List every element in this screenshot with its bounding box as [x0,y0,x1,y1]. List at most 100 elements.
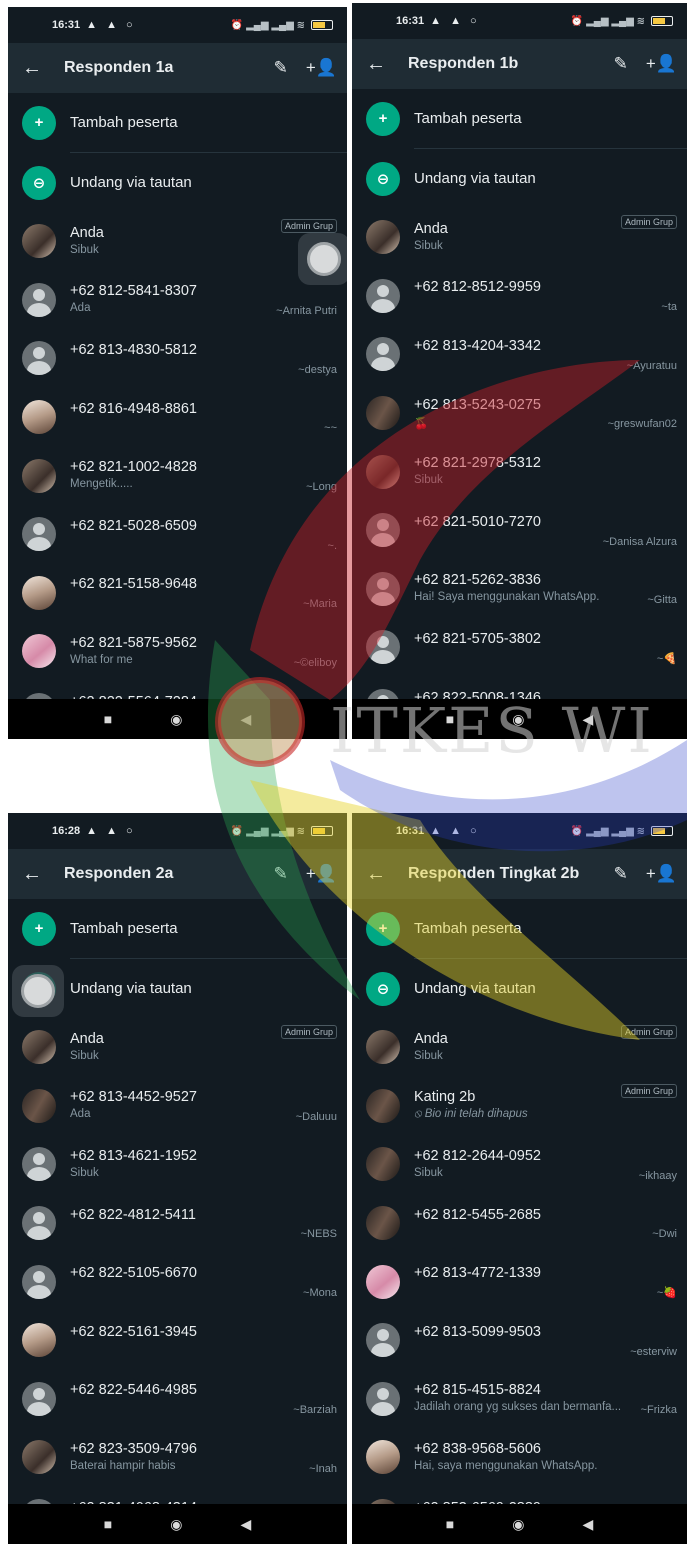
add-person-icon[interactable]: +👤 [306,58,337,78]
invite-link-label: Undang via tautan [414,980,536,997]
participant-row[interactable]: Anda Sibuk Admin Grup [8,212,347,271]
edit-pencil-icon[interactable]: ✎ [614,864,628,884]
avatar [22,400,56,435]
avatar [366,630,400,665]
participant-list: + Tambah peserta ⊖ Undang via tautan And… [352,89,687,735]
back-arrow-icon[interactable]: ← [366,863,396,886]
invite-link-button[interactable]: ⊖ Undang via tautan [8,153,347,212]
participant-pushname: ~🍕 [656,652,677,665]
participant-row[interactable]: +62 816-4948-8861 ~~ [8,388,347,447]
floating-assistive-button[interactable] [298,233,347,285]
floating-assistive-button[interactable] [12,965,64,1017]
navigation-bar: ■ ◉ ◀ [8,1504,347,1544]
square-icon[interactable]: ■ [104,1516,112,1532]
participant-pushname: ~~ [324,422,337,435]
participant-row[interactable]: +62 812-8512-9959 ~ta [352,267,687,326]
edit-pencil-icon[interactable]: ✎ [274,864,288,884]
participant-row[interactable]: +62 822-5446-4985 ~Barziah [8,1370,347,1429]
participant-status [70,361,337,375]
participant-status [70,420,337,434]
battery-icon [311,826,333,836]
add-person-icon[interactable]: +👤 [646,864,677,884]
participant-row[interactable]: +62 812-5455-2685 ~Dwi [352,1194,687,1253]
participant-row[interactable]: +62 822-5105-6670 ~Mona [8,1252,347,1311]
participant-row[interactable]: +62 813-4621-1952 Sibuk [8,1135,347,1194]
participant-status [70,1226,337,1240]
participant-row[interactable]: +62 821-5158-9648 ~Maria [8,564,347,623]
add-participant-button[interactable]: + Tambah peserta [8,93,347,152]
participant-pushname: ~Maria [303,598,337,611]
app-bar: ← Responden 1a ✎ +👤 [8,43,347,93]
avatar [22,341,56,376]
link-icon: ⊖ [366,161,400,196]
back-triangle-icon[interactable]: ◀ [240,711,251,728]
invite-link-button[interactable]: ⊖ Undang via tautan [352,149,687,208]
home-circle-icon[interactable]: ◉ [170,711,182,728]
home-circle-icon[interactable]: ◉ [170,1516,182,1533]
participant-name: +62 813-4830-5812 [70,341,197,358]
app-bar: ← Responden 2a ✎ +👤 [8,849,347,899]
add-person-icon[interactable]: +👤 [646,54,677,74]
back-triangle-icon[interactable]: ◀ [582,711,593,728]
avatar [366,396,400,431]
participant-row[interactable]: +62 813-4452-9527 Ada ~Daluuu [8,1077,347,1136]
participant-row[interactable]: Anda Sibuk Admin Grup [8,1018,347,1077]
home-circle-icon[interactable]: ◉ [512,1516,524,1533]
add-participant-label: Tambah peserta [414,110,522,127]
edit-pencil-icon[interactable]: ✎ [614,54,628,74]
participant-status: Baterai hampir habis [70,1459,176,1472]
participant-row[interactable]: +62 821-5028-6509 ~. [8,505,347,564]
participant-row[interactable]: +62 821-5705-3802 ~🍕 [352,618,687,677]
participant-row[interactable]: +62 823-3509-4796 Baterai hampir habis ~… [8,1428,347,1487]
admin-badge: Admin Grup [280,1025,337,1039]
participant-row[interactable]: +62 821-2978-5312 Sibuk [352,442,687,501]
participant-row[interactable]: +62 812-5841-8307 Ada ~Arnita Putri [8,271,347,330]
participant-pushname: ~©eliboy [293,656,337,669]
participant-name: +62 812-2644-0952 [414,1147,541,1164]
participant-row[interactable]: +62 821-1002-4828 Mengetik..... ~Long [8,446,347,505]
participant-pushname: ~Dwi [652,1228,677,1241]
participant-row[interactable]: +62 838-9568-5606 Hai, saya menggunakan … [352,1428,687,1487]
participant-pushname: ~ikhaay [638,1169,677,1182]
participant-row[interactable]: +62 813-5099-9503 ~esterviw [352,1311,687,1370]
add-participant-button[interactable]: + Tambah peserta [8,899,347,958]
system-icons: ⏰ ▂▄▆ ▂▄▆ ≋ [571,16,673,27]
add-participant-button[interactable]: + Tambah peserta [352,89,687,148]
back-arrow-icon[interactable]: ← [366,53,396,76]
square-icon[interactable]: ■ [446,1516,454,1532]
back-arrow-icon[interactable]: ← [22,863,52,886]
invite-link-button[interactable]: ⊖ Undang via tautan [352,959,687,1018]
home-circle-icon[interactable]: ◉ [512,711,524,728]
participant-row[interactable]: Anda Sibuk Admin Grup [352,1018,687,1077]
square-icon[interactable]: ■ [104,711,112,727]
participant-row[interactable]: +62 815-4515-8824 Jadilah orang yg sukse… [352,1370,687,1429]
participant-row[interactable]: +62 812-2644-0952 Sibuk ~ikhaay [352,1135,687,1194]
back-triangle-icon[interactable]: ◀ [582,1516,593,1533]
battery-icon [651,16,673,26]
participant-row[interactable]: +62 821-5262-3836 Hai! Saya menggunakan … [352,560,687,619]
participant-row[interactable]: Anda Sibuk Admin Grup [352,208,687,267]
group-title: Responden 2a [64,865,174,882]
participant-pushname: ~greswufan02 [607,418,677,431]
invite-link-label: Undang via tautan [414,170,536,187]
participant-row[interactable]: +62 822-5161-3945 [8,1311,347,1370]
participant-row[interactable]: +62 813-4204-3342 ~Ayuratuu [352,325,687,384]
participant-row[interactable]: +62 813-5243-0275 🍒 ~greswufan02 [352,384,687,443]
add-person-icon[interactable]: +👤 [306,864,337,884]
participant-status: Sibuk [414,1049,443,1062]
participant-row[interactable]: Kating 2b ⦸ Bio ini telah dihapus Admin … [352,1077,687,1136]
participant-name: +62 813-4772-1339 [414,1265,541,1282]
participant-row[interactable]: +62 821-5010-7270 ~Danisa Alzura [352,501,687,560]
edit-pencil-icon[interactable]: ✎ [274,58,288,78]
participant-row[interactable]: +62 821-5875-9562 What for me ~©eliboy [8,622,347,681]
back-triangle-icon[interactable]: ◀ [240,1516,251,1533]
participant-row[interactable]: +62 813-4830-5812 ~destya [8,329,347,388]
add-participant-button[interactable]: + Tambah peserta [352,899,687,958]
back-arrow-icon[interactable]: ← [22,57,52,80]
avatar [366,220,400,255]
avatar [366,571,400,606]
square-icon[interactable]: ■ [446,711,454,727]
participant-row[interactable]: +62 822-4812-5411 ~NEBS [8,1194,347,1253]
participant-name: +62 813-4452-9527 [70,1089,197,1106]
participant-row[interactable]: +62 813-4772-1339 ~🍓 [352,1252,687,1311]
